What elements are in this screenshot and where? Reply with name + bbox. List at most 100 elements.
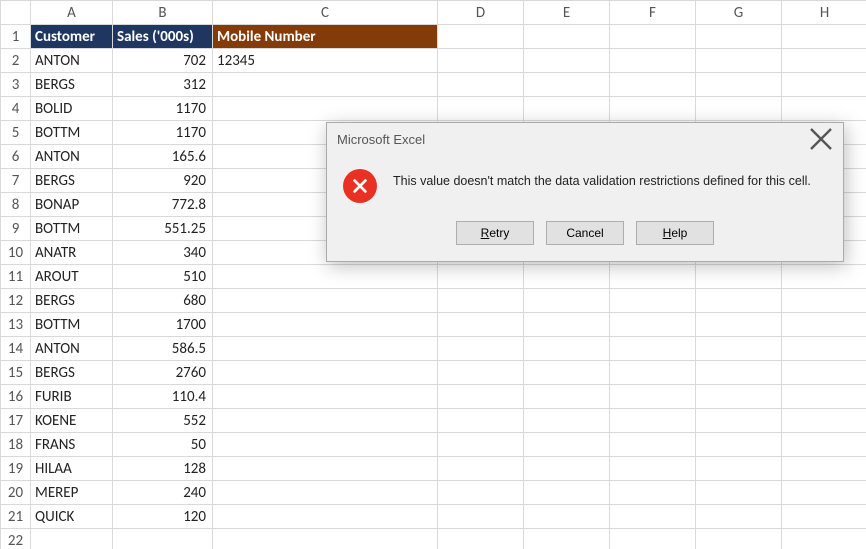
cell[interactable]: FURIB xyxy=(31,385,113,409)
cell[interactable] xyxy=(696,313,782,337)
cell[interactable] xyxy=(610,73,696,97)
cell[interactable] xyxy=(438,313,524,337)
row-header-16[interactable]: 16 xyxy=(1,385,31,409)
col-header-H[interactable]: H xyxy=(782,1,866,25)
row-header-22[interactable]: 22 xyxy=(1,529,31,549)
cell[interactable] xyxy=(524,289,610,313)
cell[interactable] xyxy=(438,265,524,289)
cell[interactable] xyxy=(438,361,524,385)
cell[interactable] xyxy=(438,409,524,433)
row-header-5[interactable]: 5 xyxy=(1,121,31,145)
cell[interactable] xyxy=(438,433,524,457)
row-header-10[interactable]: 10 xyxy=(1,241,31,265)
cell[interactable]: 551.25 xyxy=(113,217,213,241)
cell[interactable] xyxy=(782,97,866,121)
cell[interactable] xyxy=(782,289,866,313)
cell[interactable] xyxy=(213,265,438,289)
cell[interactable] xyxy=(213,97,438,121)
row-header-18[interactable]: 18 xyxy=(1,433,31,457)
cell[interactable]: ANTON xyxy=(31,337,113,361)
cell[interactable] xyxy=(438,529,524,549)
cell[interactable] xyxy=(524,505,610,529)
row-header-3[interactable]: 3 xyxy=(1,73,31,97)
cell[interactable]: 1170 xyxy=(113,121,213,145)
col-header-A[interactable]: A xyxy=(31,1,113,25)
cell[interactable] xyxy=(524,97,610,121)
spreadsheet-grid[interactable]: A B C D E F G H 1CustomerSales ('000s)Mo… xyxy=(0,0,866,549)
cell[interactable] xyxy=(610,313,696,337)
cell[interactable]: 12345 xyxy=(213,49,438,73)
row-header-20[interactable]: 20 xyxy=(1,481,31,505)
cell[interactable] xyxy=(438,385,524,409)
cell[interactable] xyxy=(610,289,696,313)
row-header-15[interactable]: 15 xyxy=(1,361,31,385)
cell[interactable]: QUICK xyxy=(31,505,113,529)
cell[interactable]: 2760 xyxy=(113,361,213,385)
cell[interactable]: BERGS xyxy=(31,169,113,193)
cell[interactable] xyxy=(213,433,438,457)
cell[interactable] xyxy=(438,73,524,97)
cell[interactable] xyxy=(696,361,782,385)
col-header-E[interactable]: E xyxy=(524,1,610,25)
cell[interactable] xyxy=(213,529,438,549)
row-header-21[interactable]: 21 xyxy=(1,505,31,529)
cell[interactable] xyxy=(610,481,696,505)
cell[interactable]: 110.4 xyxy=(113,385,213,409)
cell[interactable] xyxy=(213,505,438,529)
cell[interactable] xyxy=(610,457,696,481)
cell[interactable] xyxy=(782,49,866,73)
cell[interactable] xyxy=(524,25,610,49)
cell[interactable] xyxy=(696,289,782,313)
cell[interactable] xyxy=(696,409,782,433)
cell[interactable] xyxy=(782,337,866,361)
cell[interactable]: 120 xyxy=(113,505,213,529)
cell[interactable] xyxy=(696,73,782,97)
cell[interactable] xyxy=(696,49,782,73)
cell[interactable] xyxy=(524,73,610,97)
cell[interactable] xyxy=(696,481,782,505)
col-header-D[interactable]: D xyxy=(438,1,524,25)
row-header-12[interactable]: 12 xyxy=(1,289,31,313)
cell[interactable] xyxy=(696,505,782,529)
cell[interactable] xyxy=(782,265,866,289)
cell[interactable]: FRANS xyxy=(31,433,113,457)
cell[interactable] xyxy=(213,337,438,361)
cell[interactable]: 165.6 xyxy=(113,145,213,169)
cell[interactable]: AROUT xyxy=(31,265,113,289)
cell[interactable]: 552 xyxy=(113,409,213,433)
cell[interactable] xyxy=(213,313,438,337)
cell[interactable] xyxy=(438,289,524,313)
close-icon[interactable] xyxy=(809,127,833,151)
cell[interactable] xyxy=(696,433,782,457)
row-header-13[interactable]: 13 xyxy=(1,313,31,337)
cell[interactable] xyxy=(610,433,696,457)
cell[interactable] xyxy=(213,289,438,313)
cell[interactable] xyxy=(610,337,696,361)
cell[interactable] xyxy=(438,25,524,49)
cell[interactable] xyxy=(610,529,696,549)
cell[interactable] xyxy=(524,265,610,289)
cell[interactable]: HILAA xyxy=(31,457,113,481)
row-header-7[interactable]: 7 xyxy=(1,169,31,193)
cell[interactable] xyxy=(696,385,782,409)
cell[interactable] xyxy=(524,409,610,433)
cell[interactable]: 772.8 xyxy=(113,193,213,217)
cell[interactable]: BONAP xyxy=(31,193,113,217)
cell[interactable] xyxy=(438,481,524,505)
retry-button[interactable]: Retry xyxy=(456,221,534,245)
cell[interactable] xyxy=(696,529,782,549)
row-header-11[interactable]: 11 xyxy=(1,265,31,289)
col-header-G[interactable]: G xyxy=(696,1,782,25)
cell[interactable] xyxy=(782,25,866,49)
cell[interactable] xyxy=(524,385,610,409)
cell[interactable] xyxy=(782,385,866,409)
cell[interactable] xyxy=(524,529,610,549)
cell[interactable]: BOTTM xyxy=(31,217,113,241)
row-header-19[interactable]: 19 xyxy=(1,457,31,481)
cell[interactable]: 312 xyxy=(113,73,213,97)
header-sales[interactable]: Sales ('000s) xyxy=(113,25,213,49)
cell[interactable] xyxy=(696,25,782,49)
cell[interactable] xyxy=(113,529,213,549)
cell[interactable] xyxy=(782,409,866,433)
cell[interactable] xyxy=(610,409,696,433)
